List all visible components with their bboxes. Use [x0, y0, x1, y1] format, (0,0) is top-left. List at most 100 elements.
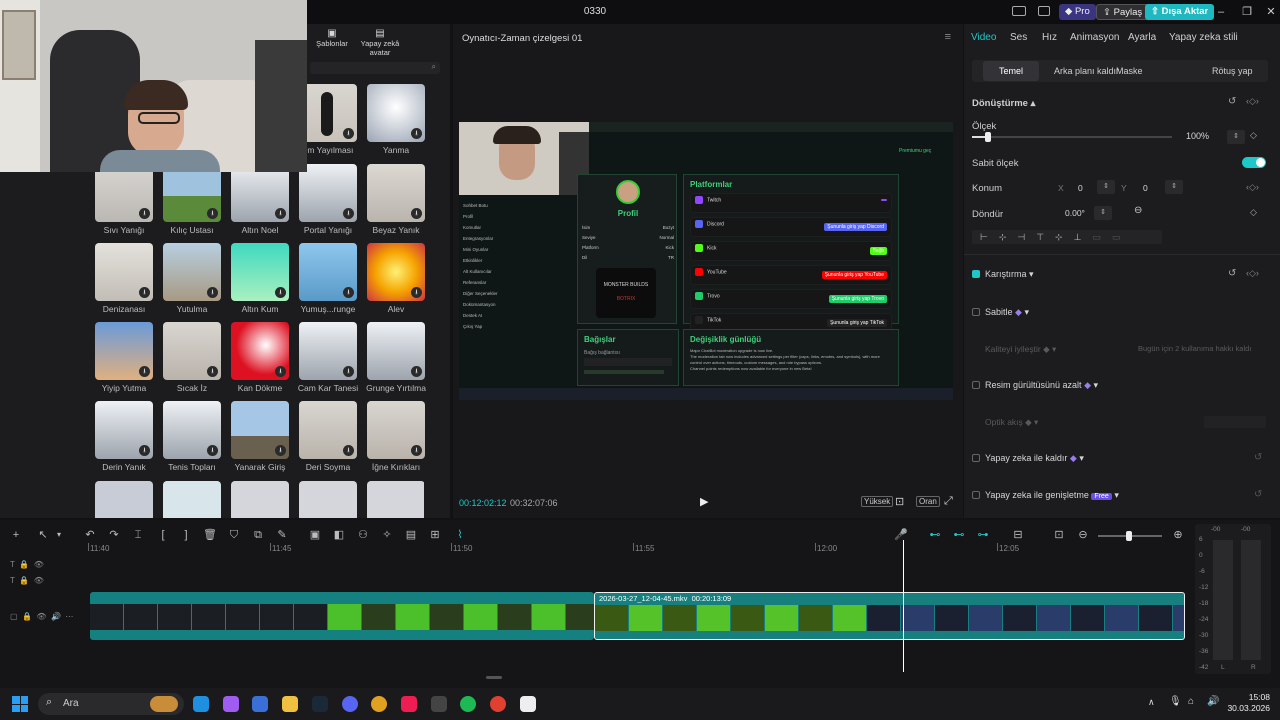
store-icon[interactable]	[252, 696, 269, 712]
effect-item[interactable]: ⭳ Denizanası	[95, 243, 155, 314]
keyframe-icon[interactable]: ‹◇›	[1246, 268, 1259, 279]
rotate-stepper[interactable]: ⇕	[1094, 206, 1112, 220]
effect-item[interactable]: ⭳ Portal Yanığı	[299, 164, 359, 235]
maximize-icon[interactable]: ❐	[1238, 4, 1256, 20]
capcut-icon[interactable]	[519, 696, 536, 712]
tab-4[interactable]: Ayarla	[1128, 32, 1156, 43]
download-icon[interactable]: ⭳	[411, 128, 422, 139]
magnet-icon[interactable]: ⊷	[952, 528, 966, 542]
effect-item[interactable]: ⭳ um Yayılması	[299, 84, 359, 155]
caption-icon[interactable]: ▤	[404, 528, 418, 542]
effect-item[interactable]: ⭳ Sıcak İz	[163, 322, 223, 393]
tray-chevron-icon[interactable]: ∧	[1148, 697, 1155, 708]
rotate-dial-icon[interactable]: ⊖	[1134, 205, 1142, 216]
chrome-icon[interactable]	[371, 696, 388, 712]
transform-section[interactable]: Dönüştürme ▴	[972, 98, 1035, 109]
shortcut-icon[interactable]	[1038, 6, 1050, 16]
stabilize-section[interactable]: Sabitle ◆ ▾	[985, 307, 1029, 318]
subtab-0[interactable]: Temel	[983, 61, 1040, 81]
effect-item[interactable]: ⭳ Derin Yanık	[95, 401, 155, 472]
layout-icon[interactable]	[1012, 6, 1026, 16]
blend-section[interactable]: Karıştırma ▾	[985, 269, 1034, 280]
rotate-input[interactable]: 0.00°	[1065, 208, 1085, 218]
effect-item[interactable]: ⭳ Yutulma	[163, 243, 223, 314]
search-input[interactable]: ⌕	[310, 62, 440, 74]
pos-y-stepper[interactable]: ⇕	[1165, 180, 1183, 194]
subtab-1[interactable]: Arka planı kaldır	[1054, 61, 1119, 81]
chevron-down-icon[interactable]: ▾	[52, 528, 66, 542]
effect-item[interactable]: ⭳ Alev	[367, 243, 427, 314]
denoise-checkbox[interactable]	[972, 381, 980, 389]
reset-icon[interactable]: ↺	[1228, 96, 1236, 107]
scroll-handle[interactable]	[486, 676, 502, 679]
tab-0[interactable]: Video	[971, 32, 996, 43]
ai-expand-checkbox[interactable]	[972, 491, 980, 499]
fit-icon[interactable]: ⊡	[1052, 528, 1066, 542]
files-icon[interactable]	[282, 696, 299, 712]
add-icon[interactable]: +	[9, 528, 23, 542]
play-button[interactable]: ▶	[700, 495, 708, 508]
download-icon[interactable]: ⭳	[411, 366, 422, 377]
minimize-icon[interactable]: –	[1212, 4, 1230, 20]
download-icon[interactable]: ⭳	[343, 287, 354, 298]
platform-action[interactable]: Şununla giriş yap Discord	[824, 223, 887, 231]
effect-item[interactable]: ⭳ Grunge Yırtılma	[366, 322, 427, 393]
platform-action[interactable]	[881, 199, 887, 201]
taskbar-search[interactable]: ⌕ Ara	[38, 693, 184, 715]
scale-value[interactable]: 100%	[1186, 131, 1209, 141]
effect-item[interactable]: ⭳ Sıvı Yanığı	[95, 164, 155, 235]
pro-button[interactable]: ◆ Pro	[1059, 4, 1096, 20]
ai-remove-checkbox[interactable]	[972, 454, 980, 462]
keyframe-icon[interactable]: ‹◇›	[1246, 96, 1259, 107]
platform-action[interactable]: Şununla giriş yap TikTok	[827, 319, 887, 327]
pos-y-input[interactable]: 0	[1143, 183, 1148, 193]
clock[interactable]: 15:08 30.03.2026	[1226, 692, 1270, 714]
fullscreen-icon[interactable]: ⤢	[944, 495, 953, 508]
redo-icon[interactable]: ↷	[107, 528, 121, 542]
effect-item[interactable]: ⭳ Yanarak Giriş	[231, 401, 291, 472]
tab-1[interactable]: Ses	[1010, 32, 1027, 43]
link-icon[interactable]: ⊷	[928, 528, 942, 542]
download-icon[interactable]: ⭳	[139, 287, 150, 298]
effect-item[interactable]: ⭳ Beyaz Yanık	[367, 164, 427, 235]
undo-icon[interactable]: ↶	[83, 528, 97, 542]
download-icon[interactable]: ⭳	[207, 366, 218, 377]
download-icon[interactable]: ⭳	[139, 366, 150, 377]
effect-item[interactable]: ⭳ Altın Noel	[231, 164, 291, 235]
volume-icon[interactable]: 🔊	[1207, 696, 1219, 707]
download-icon[interactable]: ⭳	[411, 287, 422, 298]
crop-icon[interactable]: ⧉	[251, 528, 265, 542]
download-icon[interactable]: ⭳	[139, 208, 150, 219]
copilot-icon[interactable]	[222, 696, 239, 712]
pen-icon[interactable]: ✎	[275, 528, 289, 542]
download-icon[interactable]: ⭳	[343, 366, 354, 377]
menu-icon[interactable]: ≡	[945, 31, 951, 43]
windows-start-icon[interactable]	[12, 696, 28, 712]
download-icon[interactable]: ⭳	[275, 445, 286, 456]
blend-checkbox[interactable]	[972, 270, 980, 278]
person-icon[interactable]: ⚇	[356, 528, 370, 542]
effect-item[interactable]: ⭳ Kan Dökme	[231, 322, 291, 393]
quality-button[interactable]: Yüksek	[861, 496, 894, 507]
denoise-section[interactable]: Resim gürültüsünü azalt ◆ ▾	[985, 380, 1098, 391]
pos-x-input[interactable]: 0	[1078, 183, 1083, 193]
timeline-clip-selected[interactable]: 2026-03-27_12-04-45.mkv 00:20:13:09	[594, 592, 1185, 640]
effect-item[interactable]: ⭳ Yumuş...runge	[299, 243, 359, 314]
platform-action[interactable]: Bağlı	[869, 247, 887, 255]
download-icon[interactable]: ⭳	[275, 366, 286, 377]
ratio-button[interactable]: Oran	[916, 496, 940, 507]
export-frame-icon[interactable]: ⊞	[428, 528, 442, 542]
download-icon[interactable]: ⭳	[411, 208, 422, 219]
zoom-slider[interactable]	[1098, 531, 1162, 541]
obs-icon[interactable]	[430, 696, 447, 712]
effect-item[interactable]: ⭳ Yanma	[367, 84, 427, 155]
download-icon[interactable]: ⭳	[411, 445, 422, 456]
effect-item[interactable]: ⭳ Yiyip Yutma	[95, 322, 155, 393]
platform-action[interactable]: Şununla giriş yap YouTube	[821, 271, 887, 279]
tab-3[interactable]: Animasyon	[1070, 32, 1119, 43]
chrome-icon[interactable]	[490, 696, 506, 712]
tab-2[interactable]: Hız	[1042, 32, 1057, 43]
discord-icon[interactable]	[341, 696, 358, 712]
effect-item[interactable]: ⭳ Altın Kum	[231, 243, 291, 314]
platform-action[interactable]: Şununla giriş yap Trovo	[828, 295, 887, 303]
